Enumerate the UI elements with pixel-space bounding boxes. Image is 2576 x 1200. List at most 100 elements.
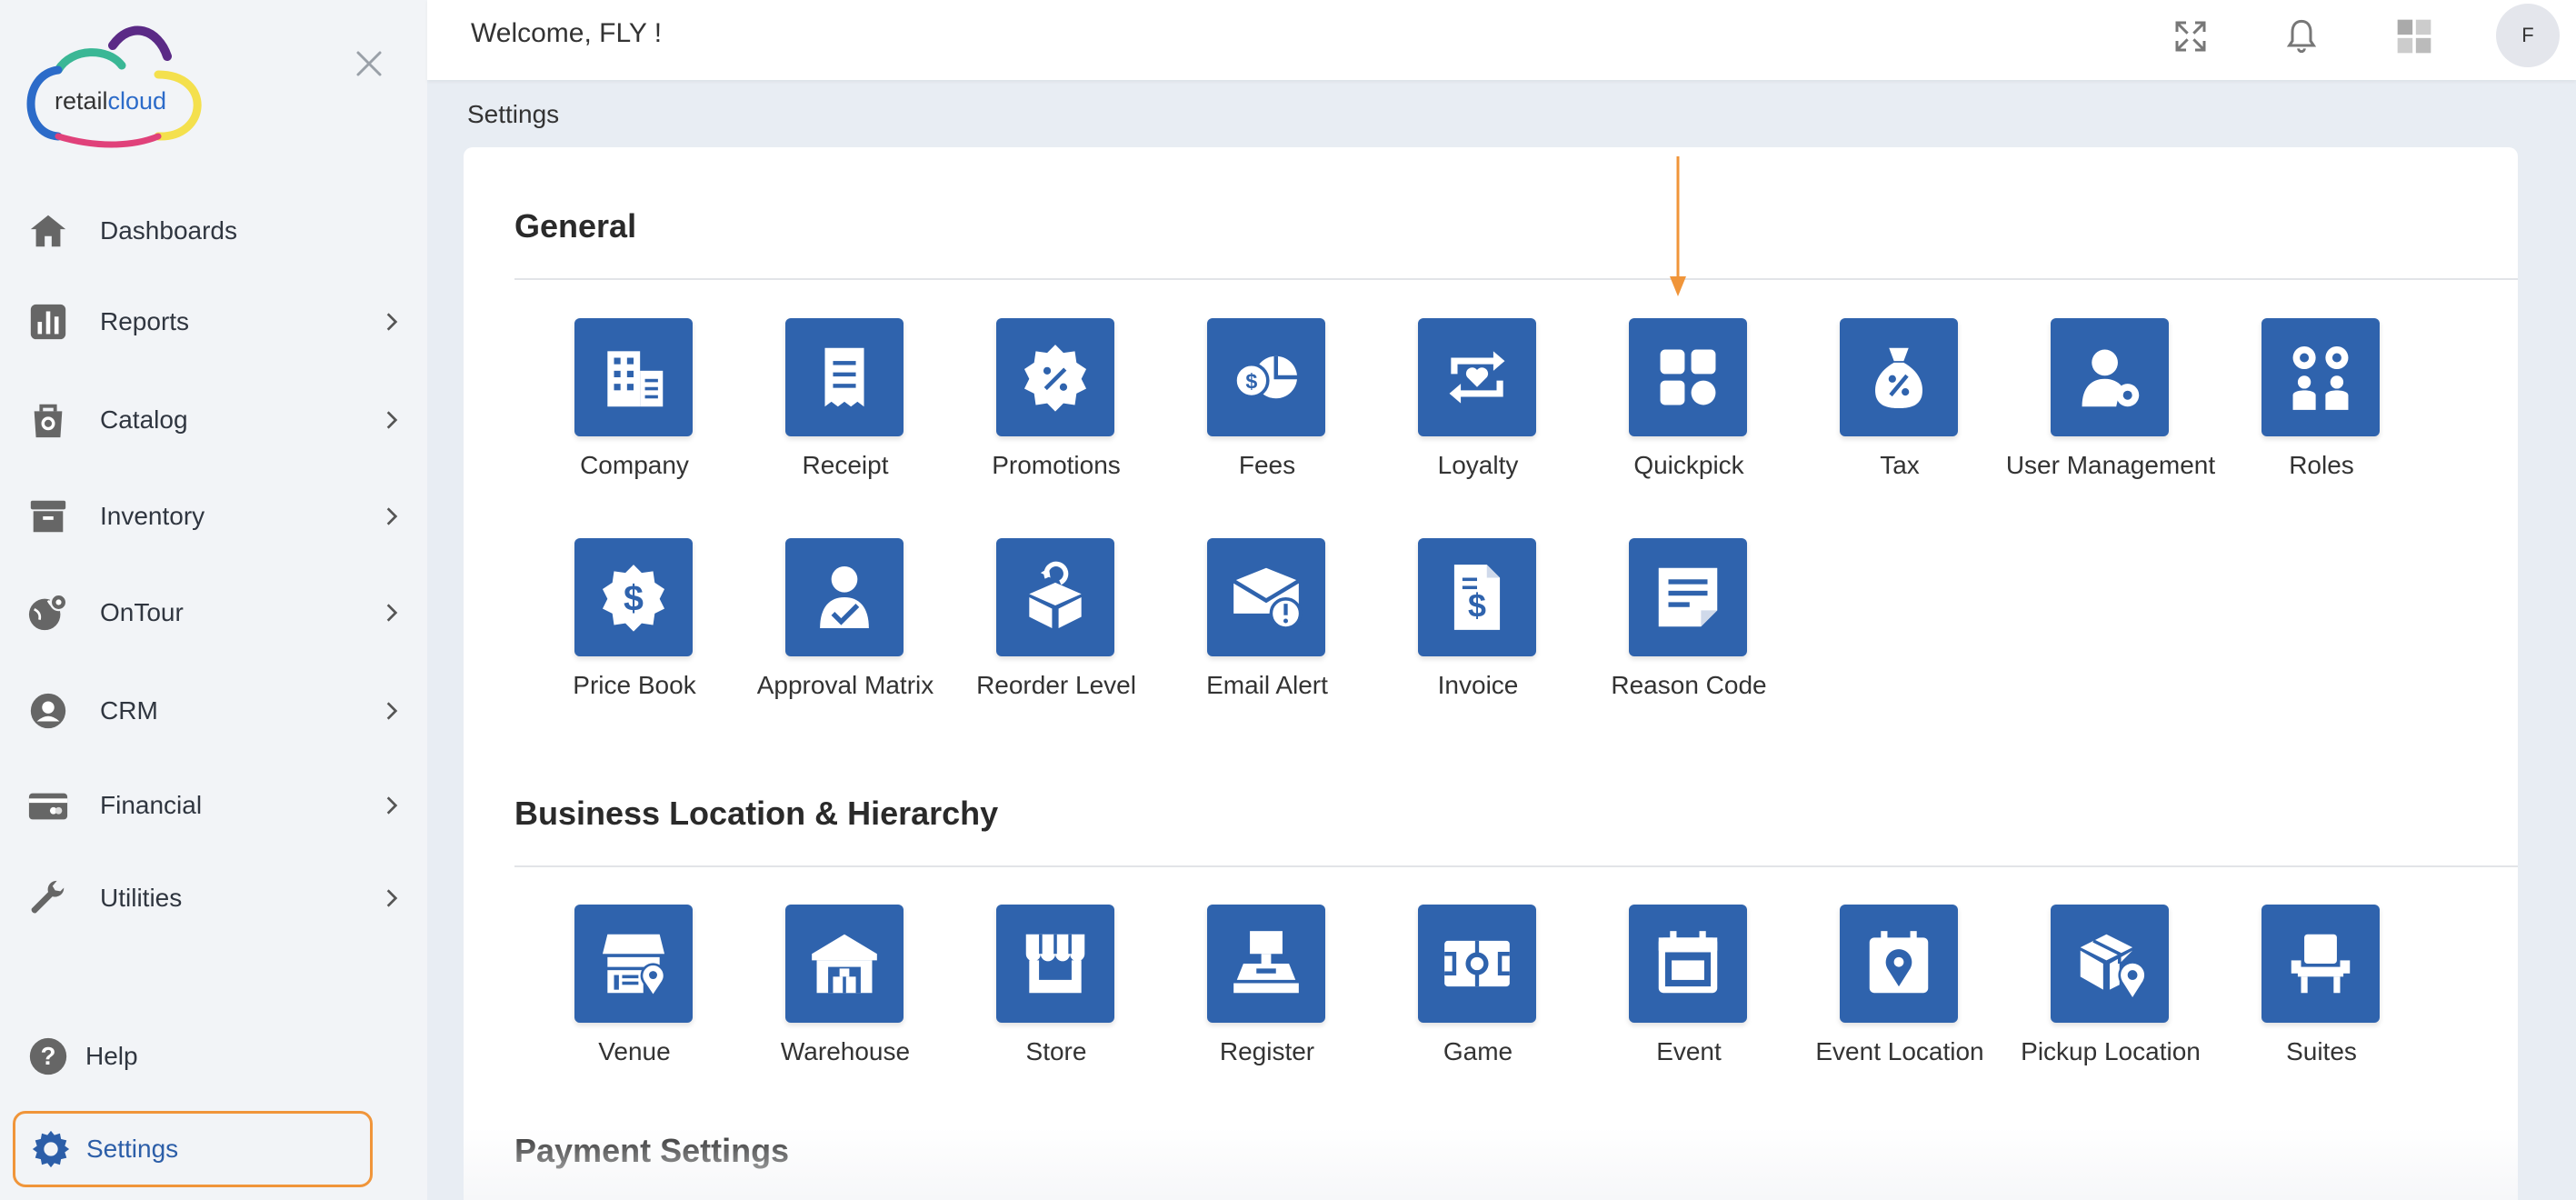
credit-card-icon <box>27 785 69 826</box>
sidebar-item-utilities[interactable]: Utilities <box>0 862 427 935</box>
user-gear-icon[interactable] <box>2051 318 2169 436</box>
section-title-payment-settings: Payment Settings <box>514 1132 790 1169</box>
approval-person-check-icon[interactable] <box>785 538 904 656</box>
cash-register-icon[interactable] <box>1207 905 1325 1023</box>
game-field-icon[interactable] <box>1418 905 1536 1023</box>
suite-chair-icon[interactable] <box>2261 905 2380 1023</box>
tile-label: Roles <box>2289 451 2354 479</box>
chevron-right-icon <box>380 408 404 432</box>
sidebar-item-ontour[interactable]: OnTour <box>0 576 427 649</box>
tile-label: Register <box>1219 1037 1315 1065</box>
sidebar-item-label: Dashboards <box>100 216 237 245</box>
home-icon <box>27 210 69 252</box>
sidebar-item-inventory[interactable]: Inventory <box>0 480 427 553</box>
annotation-arrow <box>1670 156 1686 296</box>
sidebar-item-crm[interactable]: CRM <box>0 675 427 747</box>
chevron-right-icon <box>380 886 404 910</box>
tile-label: Event <box>1656 1037 1722 1065</box>
package-pin-icon[interactable] <box>2051 905 2169 1023</box>
gear-icon <box>30 1128 72 1170</box>
sidebar-item-financial[interactable]: Financial <box>0 769 427 842</box>
section-title-business-location: Business Location & Hierarchy <box>514 795 999 832</box>
tile-label: User Management <box>2005 451 2216 479</box>
company-icon[interactable] <box>574 318 693 436</box>
archive-box-icon <box>27 495 69 537</box>
welcome-message: Welcome, FLY ! <box>471 18 663 48</box>
help-icon: ? <box>27 1035 69 1077</box>
tax-bag-icon[interactable] <box>1840 318 1958 436</box>
chevron-right-icon <box>380 794 404 817</box>
svg-text:?: ? <box>41 1042 56 1070</box>
svg-text:$: $ <box>1245 370 1257 394</box>
svg-text:$: $ <box>1468 588 1486 625</box>
receipt-icon[interactable] <box>785 318 904 436</box>
tile-label: Email Alert <box>1206 671 1328 699</box>
close-sidebar-icon[interactable] <box>353 47 385 80</box>
user-avatar[interactable]: F <box>2496 4 2560 67</box>
logo-text-cloud: cloud <box>108 87 167 115</box>
tile-label: Quickpick <box>1633 451 1744 479</box>
logo-text-retail: retail <box>55 87 108 115</box>
retailcloud-logo[interactable]: retailcloud <box>22 20 213 149</box>
sidebar-item-settings[interactable]: Settings <box>13 1111 373 1187</box>
section-divider <box>514 278 2518 280</box>
tile-label: Game <box>1443 1037 1513 1065</box>
sidebar-item-label: Catalog <box>100 405 188 434</box>
quickpick-grid-icon[interactable] <box>1629 318 1747 436</box>
sidebar-item-catalog[interactable]: Catalog <box>0 384 427 456</box>
fullscreen-icon[interactable] <box>2171 16 2211 56</box>
apps-grid-icon[interactable] <box>2394 16 2434 56</box>
breadcrumb: Settings <box>467 100 560 128</box>
wrench-icon <box>27 877 69 919</box>
bell-icon[interactable] <box>2281 16 2321 56</box>
warehouse-icon[interactable] <box>785 905 904 1023</box>
tile-label: Store <box>1025 1037 1087 1065</box>
sidebar-item-label: Utilities <box>100 884 183 912</box>
top-bar: Welcome, FLY ! F <box>427 0 2576 80</box>
tile-label: Reorder Level <box>976 671 1136 699</box>
roles-people-gear-icon[interactable] <box>2261 318 2380 436</box>
tile-label: Receipt <box>802 451 889 479</box>
sidebar-item-dashboards[interactable]: Dashboards <box>0 195 427 267</box>
tile-label: Price Book <box>573 671 696 699</box>
promotion-badge-icon[interactable] <box>996 318 1114 436</box>
section-title-general: General <box>514 207 637 245</box>
venue-store-pin-icon[interactable] <box>574 905 693 1023</box>
sidebar-item-label: Reports <box>100 307 190 335</box>
sidebar: retailcloud Dashboards Reports Catalog I… <box>0 0 427 1200</box>
tile-label: Venue <box>598 1037 671 1065</box>
price-badge-icon[interactable]: $ <box>574 538 693 656</box>
sidebar-item-label: OnTour <box>100 598 184 626</box>
sidebar-item-help[interactable]: ? Help <box>0 1020 427 1093</box>
tile-label: Invoice <box>1437 671 1519 699</box>
sidebar-item-reports[interactable]: Reports <box>0 285 427 358</box>
store-front-icon[interactable] <box>996 905 1114 1023</box>
tile-label: Approval Matrix <box>756 671 934 699</box>
svg-text:$: $ <box>624 578 644 618</box>
tile-label: Loyalty <box>1437 451 1519 479</box>
sidebar-item-label: Settings <box>86 1135 179 1163</box>
sidebar-item-label: CRM <box>100 696 158 725</box>
invoice-document-icon[interactable]: $ <box>1418 538 1536 656</box>
email-alert-icon[interactable] <box>1207 538 1325 656</box>
chevron-right-icon <box>380 601 404 625</box>
sidebar-item-label: Financial <box>100 791 203 819</box>
tile-label: Tax <box>1880 451 1920 479</box>
tile-label: Pickup Location <box>2021 1037 2201 1065</box>
tile-label: Promotions <box>992 451 1121 479</box>
calendar-pin-icon[interactable] <box>1840 905 1958 1023</box>
chevron-right-icon <box>380 505 404 528</box>
tile-label: Event Location <box>1815 1037 1984 1065</box>
loyalty-heart-icon[interactable] <box>1418 318 1536 436</box>
sidebar-item-label: Help <box>85 1042 138 1070</box>
tile-label: Warehouse <box>780 1037 911 1065</box>
globe-pin-icon <box>27 592 69 634</box>
chevron-right-icon <box>380 699 404 723</box>
event-calendar-icon[interactable] <box>1629 905 1747 1023</box>
reason-note-icon[interactable] <box>1629 538 1747 656</box>
reorder-box-icon[interactable] <box>996 538 1114 656</box>
fees-chart-icon[interactable]: $ <box>1207 318 1325 436</box>
tile-label: Reason Code <box>1611 671 1767 699</box>
bag-icon <box>27 399 69 441</box>
person-gear-icon <box>27 690 69 732</box>
